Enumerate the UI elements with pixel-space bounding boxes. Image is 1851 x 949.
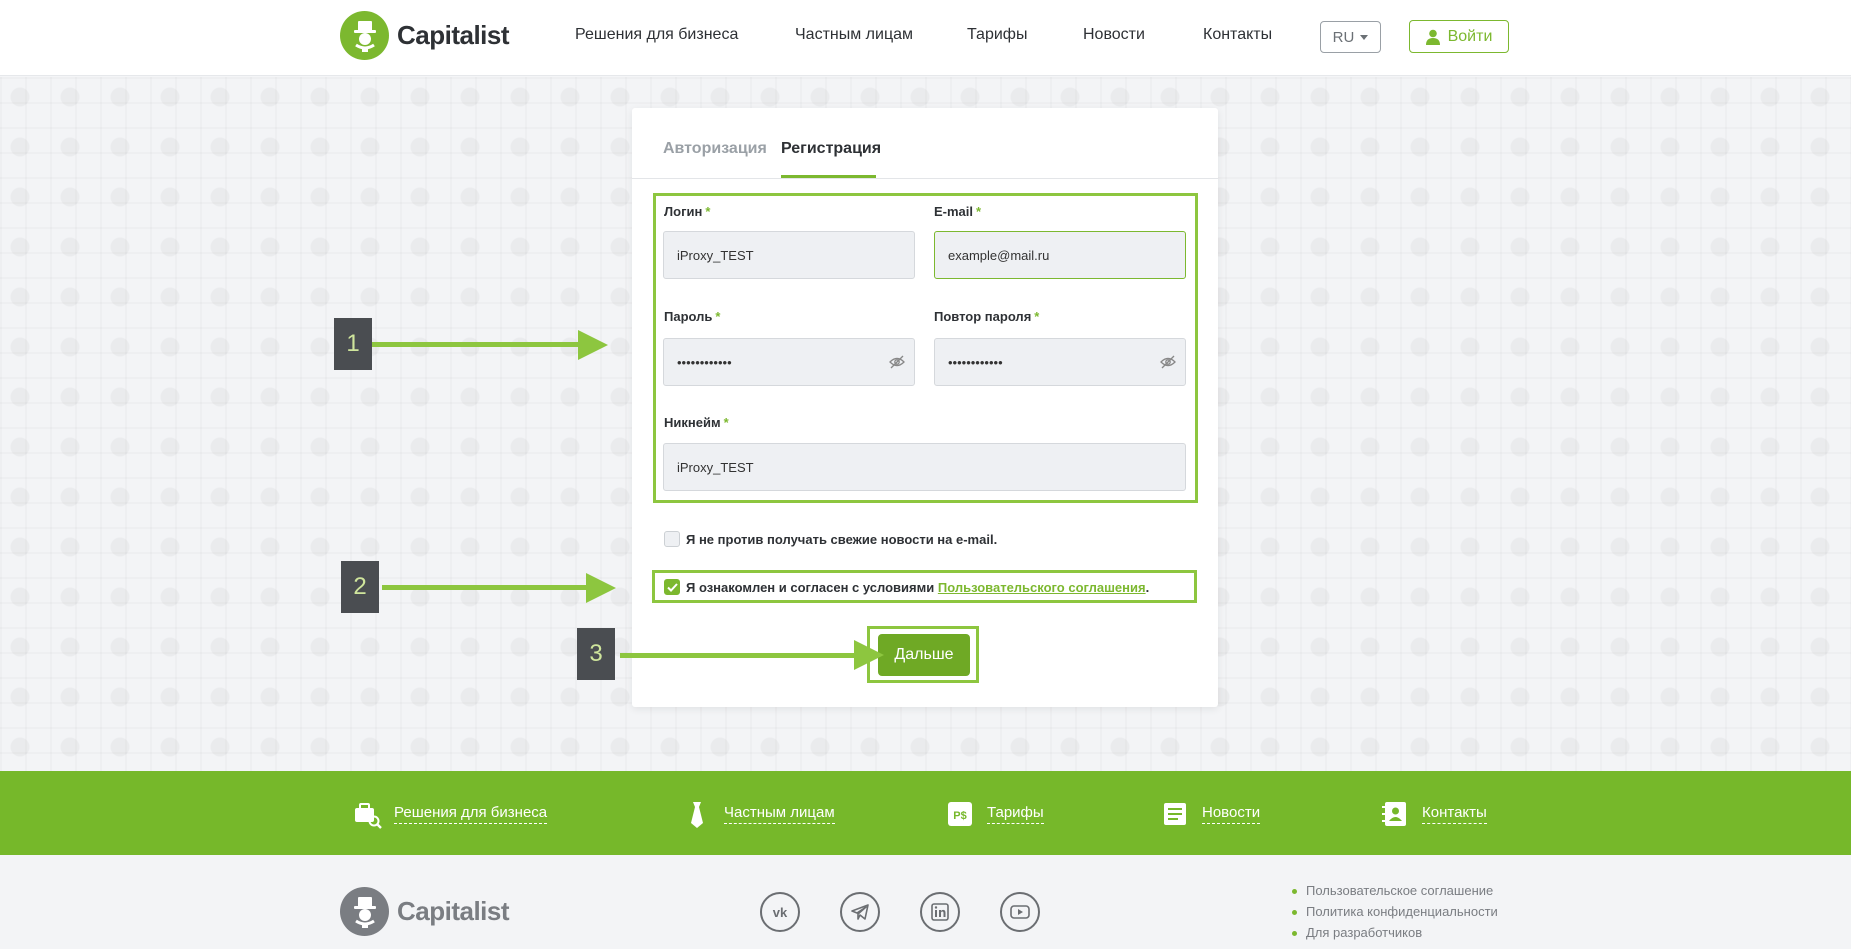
login-button[interactable]: Войти [1409,20,1509,53]
band-item-tariffs[interactable]: P$ Тарифы [945,799,1044,829]
arrow-head-icon [578,330,608,360]
band-item-news[interactable]: Новости [1160,799,1261,829]
newsletter-checkbox[interactable] [664,531,680,547]
briefcase-search-icon [355,803,382,829]
email-label: E-mail * [934,204,981,219]
annotation-marker-2: 2 [341,561,379,613]
auth-tabs: Авторизация Регистрация [632,108,1218,179]
terms-link[interactable]: Пользовательского соглашения [938,580,1146,595]
telegram-icon[interactable] [840,892,880,932]
site-header: Capitalist Решения для бизнеса Частным л… [0,0,1851,76]
nav-private[interactable]: Частным лицам [795,26,913,44]
terms-label: Я ознакомлен и согласен с условиями Поль… [686,580,1149,595]
annotation-arrow-3 [620,653,858,658]
terms-prefix: Я ознакомлен и согласен с условиями [686,580,935,595]
band-label-contacts: Контакты [1422,804,1487,824]
nav-contacts[interactable]: Контакты [1203,26,1272,44]
nav-news[interactable]: Новости [1083,26,1145,44]
linkedin-icon[interactable] [920,892,960,932]
required-mark: * [705,204,711,219]
footer-logo-text: Capitalist [397,896,510,926]
site-footer: Capitalist vk Пользовательское соглашени… [0,855,1851,949]
vk-icon[interactable]: vk [760,892,800,932]
footer-logo[interactable]: Capitalist [340,887,510,936]
price-tag-icon: P$ [948,802,972,826]
arrow-head-icon [586,573,616,603]
tab-registration[interactable]: Регистрация [781,140,881,158]
password-label-text: Пароль [664,309,713,324]
tie-icon [691,802,703,828]
email-label-text: E-mail [934,204,974,219]
band-item-business[interactable]: Решения для бизнеса [352,799,548,829]
login-label: Войти [1447,27,1493,45]
contact-book-icon [1382,802,1406,826]
password-repeat-label: Повтор пароля * [934,309,1039,324]
password-input[interactable]: •••••••••••• [663,338,915,386]
youtube-icon[interactable] [1000,892,1040,932]
newsletter-label: Я не против получать свежие новости на e… [686,532,998,547]
band-label-news: Новости [1202,804,1261,824]
email-input[interactable]: example@mail.ru [934,231,1186,279]
password-repeat-value: •••••••••••• [948,354,1003,370]
annotation-marker-1: 1 [334,318,372,370]
language-select[interactable]: RU [1320,21,1381,53]
newspaper-icon [1164,803,1186,825]
login-value: iProxy_TEST [677,247,754,263]
login-input[interactable]: iProxy_TEST [663,231,915,279]
footer-logo-mark-icon [340,887,389,936]
category-band: Решения для бизнеса Частным лицам P$ Тар… [0,771,1851,855]
nickname-input[interactable]: iProxy_TEST [663,443,1186,491]
logo-text: Capitalist [397,20,510,50]
tab-authorization[interactable]: Авторизация [663,140,767,158]
required-mark: * [1034,309,1040,324]
terms-checkbox[interactable] [664,579,680,595]
eye-hidden-icon[interactable] [1159,353,1177,371]
password-value: •••••••••••• [677,354,732,370]
annotation-marker-3: 3 [577,628,615,680]
chevron-down-icon [1360,34,1369,40]
language-value: RU [1332,28,1355,46]
required-mark: * [715,309,721,324]
next-button[interactable]: Дальше [878,634,970,676]
login-label: Логин * [664,204,710,219]
logo[interactable]: Capitalist [340,11,510,60]
annotation-arrow-1 [372,342,582,347]
login-label-text: Логин [664,204,703,219]
password-label: Пароль * [664,309,720,324]
band-label-tariffs: Тарифы [987,804,1044,824]
arrow-head-icon [854,640,884,670]
required-mark: * [976,204,982,219]
band-item-contacts[interactable]: Контакты [1380,799,1487,829]
password-repeat-input[interactable]: •••••••••••• [934,338,1186,386]
nickname-label: Никнейм * [664,415,729,430]
nickname-label-text: Никнейм [664,415,721,430]
user-icon [1425,29,1440,45]
logo-mark-icon [340,11,389,60]
active-tab-indicator [781,175,876,178]
footer-link-privacy[interactable]: Политика конфиденциальности [1290,904,1498,919]
checkmark-icon [666,582,678,592]
annotation-arrow-2 [382,585,590,590]
nickname-value: iProxy_TEST [677,459,754,475]
footer-links: Пользовательское соглашение Политика кон… [1290,883,1498,946]
footer-link-terms[interactable]: Пользовательское соглашение [1290,883,1498,898]
required-mark: * [723,415,729,430]
footer-link-developers[interactable]: Для разработчиков [1290,925,1498,940]
email-value: example@mail.ru [948,247,1050,263]
terms-suffix: . [1145,580,1150,595]
svg-text:P$: P$ [953,810,966,822]
nav-tariffs[interactable]: Тарифы [967,26,1027,44]
band-label-business: Решения для бизнеса [394,804,548,824]
band-item-private[interactable]: Частным лицам [682,799,835,829]
band-label-private: Частным лицам [724,804,835,824]
password-repeat-label-text: Повтор пароля [934,309,1032,324]
eye-hidden-icon[interactable] [888,353,906,371]
nav-business[interactable]: Решения для бизнеса [575,26,738,44]
